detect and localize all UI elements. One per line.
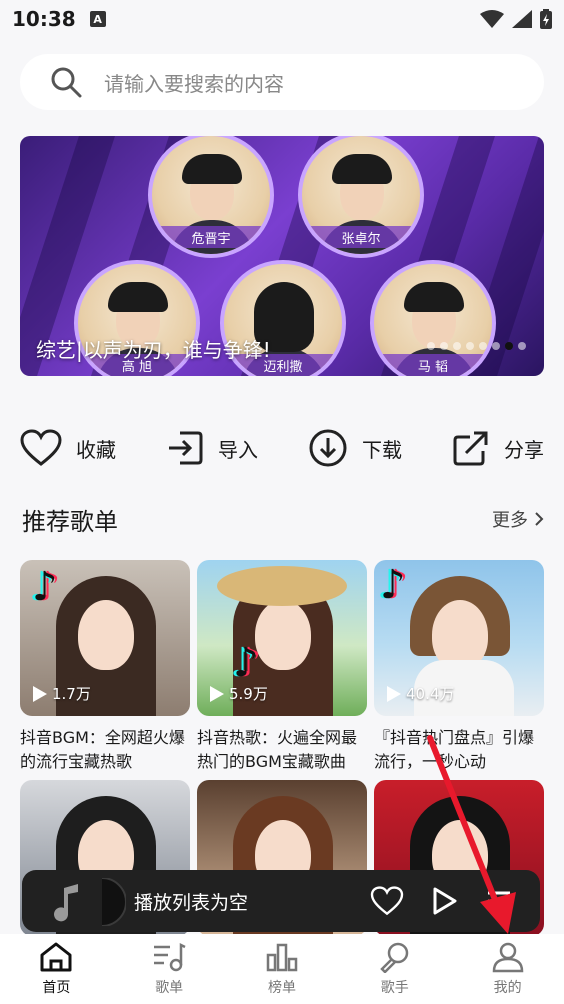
nav-label: 榜单 [267,980,296,996]
play-icon [387,685,401,702]
playlist-menu-icon[interactable] [486,889,512,913]
play-count-value: 40.4万 [406,685,455,703]
nav-label: 我的 [493,980,522,996]
banner-caption: 综艺|以声为刃，谁与争锋! [36,338,271,362]
avatar-name: 危晋宇 [152,226,270,248]
import-label: 导入 [218,437,258,462]
player-controls [370,886,512,916]
tiktok-logo-icon: ♪ [380,562,406,608]
play-count: 40.4万 [386,683,454,704]
bottom-nav: 首页 歌单 榜单 歌手 我的 [0,934,564,1004]
carousel-dot[interactable] [453,342,461,350]
wifi-icon [480,10,504,28]
playlist-icon [154,942,186,972]
play-count-value: 1.7万 [52,685,91,703]
player-status-text: 播放列表为空 [134,891,249,914]
nav-playlist[interactable]: 歌单 [113,934,226,1004]
carousel-dot[interactable] [492,342,500,350]
nav-label: 歌手 [380,980,409,996]
avatar-name: 马 韬 [374,354,492,376]
playlist-cover[interactable]: ♪ 40.4万 [374,560,544,716]
quick-actions: 收藏 导入 下载 分享 [20,420,544,476]
playlist-card[interactable]: ♪ 40.4万 『抖音热门盘点』引爆流行，一秒心动 [374,560,544,774]
nav-profile[interactable]: 我的 [451,934,564,1004]
playlist-title[interactable]: 『抖音热门盘点』引爆流行，一秒心动 [374,726,544,774]
playlist-title[interactable]: 抖音BGM：全网超火爆的流行宝藏热歌 [20,726,190,774]
status-time: 10:38 [12,7,76,31]
home-icon [40,942,72,972]
mini-player[interactable]: 播放列表为空 [22,870,540,932]
carousel-dot-active[interactable] [505,342,513,350]
play-count-value: 5.9万 [229,685,268,703]
chart-icon [266,943,298,972]
carousel-dot[interactable] [440,342,448,350]
import-button[interactable]: 导入 [166,420,258,476]
status-icons [480,9,552,29]
play-icon[interactable] [432,886,458,916]
download-icon [309,429,347,467]
carousel-dot[interactable] [466,342,474,350]
tiktok-logo-icon: ♪ [32,564,58,610]
share-label: 分享 [504,437,544,462]
heart-icon[interactable] [370,886,404,916]
share-button[interactable]: 分享 [452,420,544,476]
more-label: 更多 [492,510,528,531]
banner-avatar: 危晋宇 [148,136,274,258]
search-bar[interactable]: 请输入要搜索的内容 [20,54,544,110]
banner-carousel[interactable]: 危晋宇 张卓尔 高 旭 迈利撒 马 韬 综艺|以声为刃，谁与争锋! [20,136,544,376]
play-icon [210,685,224,702]
playlist-card[interactable]: ♪ 1.7万 抖音BGM：全网超火爆的流行宝藏热歌 [20,560,190,774]
heart-icon [20,429,62,466]
tiktok-logo-icon: ♪ [233,640,259,686]
nav-label: 首页 [42,980,71,996]
nav-home[interactable]: 首页 [0,934,113,1004]
import-icon [169,431,203,465]
carousel-dot[interactable] [518,342,526,350]
signal-icon [512,10,532,28]
playlist-title[interactable]: 抖音热歌：火遍全网最热门的BGM宝藏歌曲 [197,726,367,774]
notification-icon: A [89,11,106,27]
banner-avatar: 马 韬 [370,260,496,376]
play-icon [33,685,47,702]
battery-icon [540,9,552,29]
avatar-name: 张卓尔 [302,226,420,248]
playlist-cover[interactable]: ♪ 5.9万 [197,560,367,716]
profile-icon [492,942,523,973]
carousel-dot[interactable] [479,342,487,350]
status-bar: 10:38 A [0,0,564,38]
search-icon [51,67,82,98]
play-count: 1.7万 [32,683,91,704]
section-title: 推荐歌单 [22,508,118,536]
playlist-card[interactable]: ♪ 5.9万 抖音热歌：火遍全网最热门的BGM宝藏歌曲 [197,560,367,774]
download-label: 下载 [362,437,402,462]
chevron-right-icon [535,512,544,526]
carousel-dots[interactable] [427,342,526,350]
favorite-button[interactable]: 收藏 [20,420,116,476]
carousel-dot[interactable] [427,342,435,350]
nav-singers[interactable]: 歌手 [338,934,451,1004]
search-input[interactable]: 请输入要搜索的内容 [104,68,284,97]
favorite-label: 收藏 [76,437,116,462]
share-icon [453,431,488,466]
download-button[interactable]: 下载 [308,420,402,476]
album-disc-icon[interactable] [42,878,126,926]
microphone-icon [380,942,409,973]
nav-label: 歌单 [155,980,184,996]
nav-charts[interactable]: 榜单 [226,934,339,1004]
banner-avatar: 张卓尔 [298,136,424,258]
play-count: 5.9万 [209,683,268,704]
more-link[interactable]: 更多 [492,506,544,532]
playlist-cover[interactable]: ♪ 1.7万 [20,560,190,716]
